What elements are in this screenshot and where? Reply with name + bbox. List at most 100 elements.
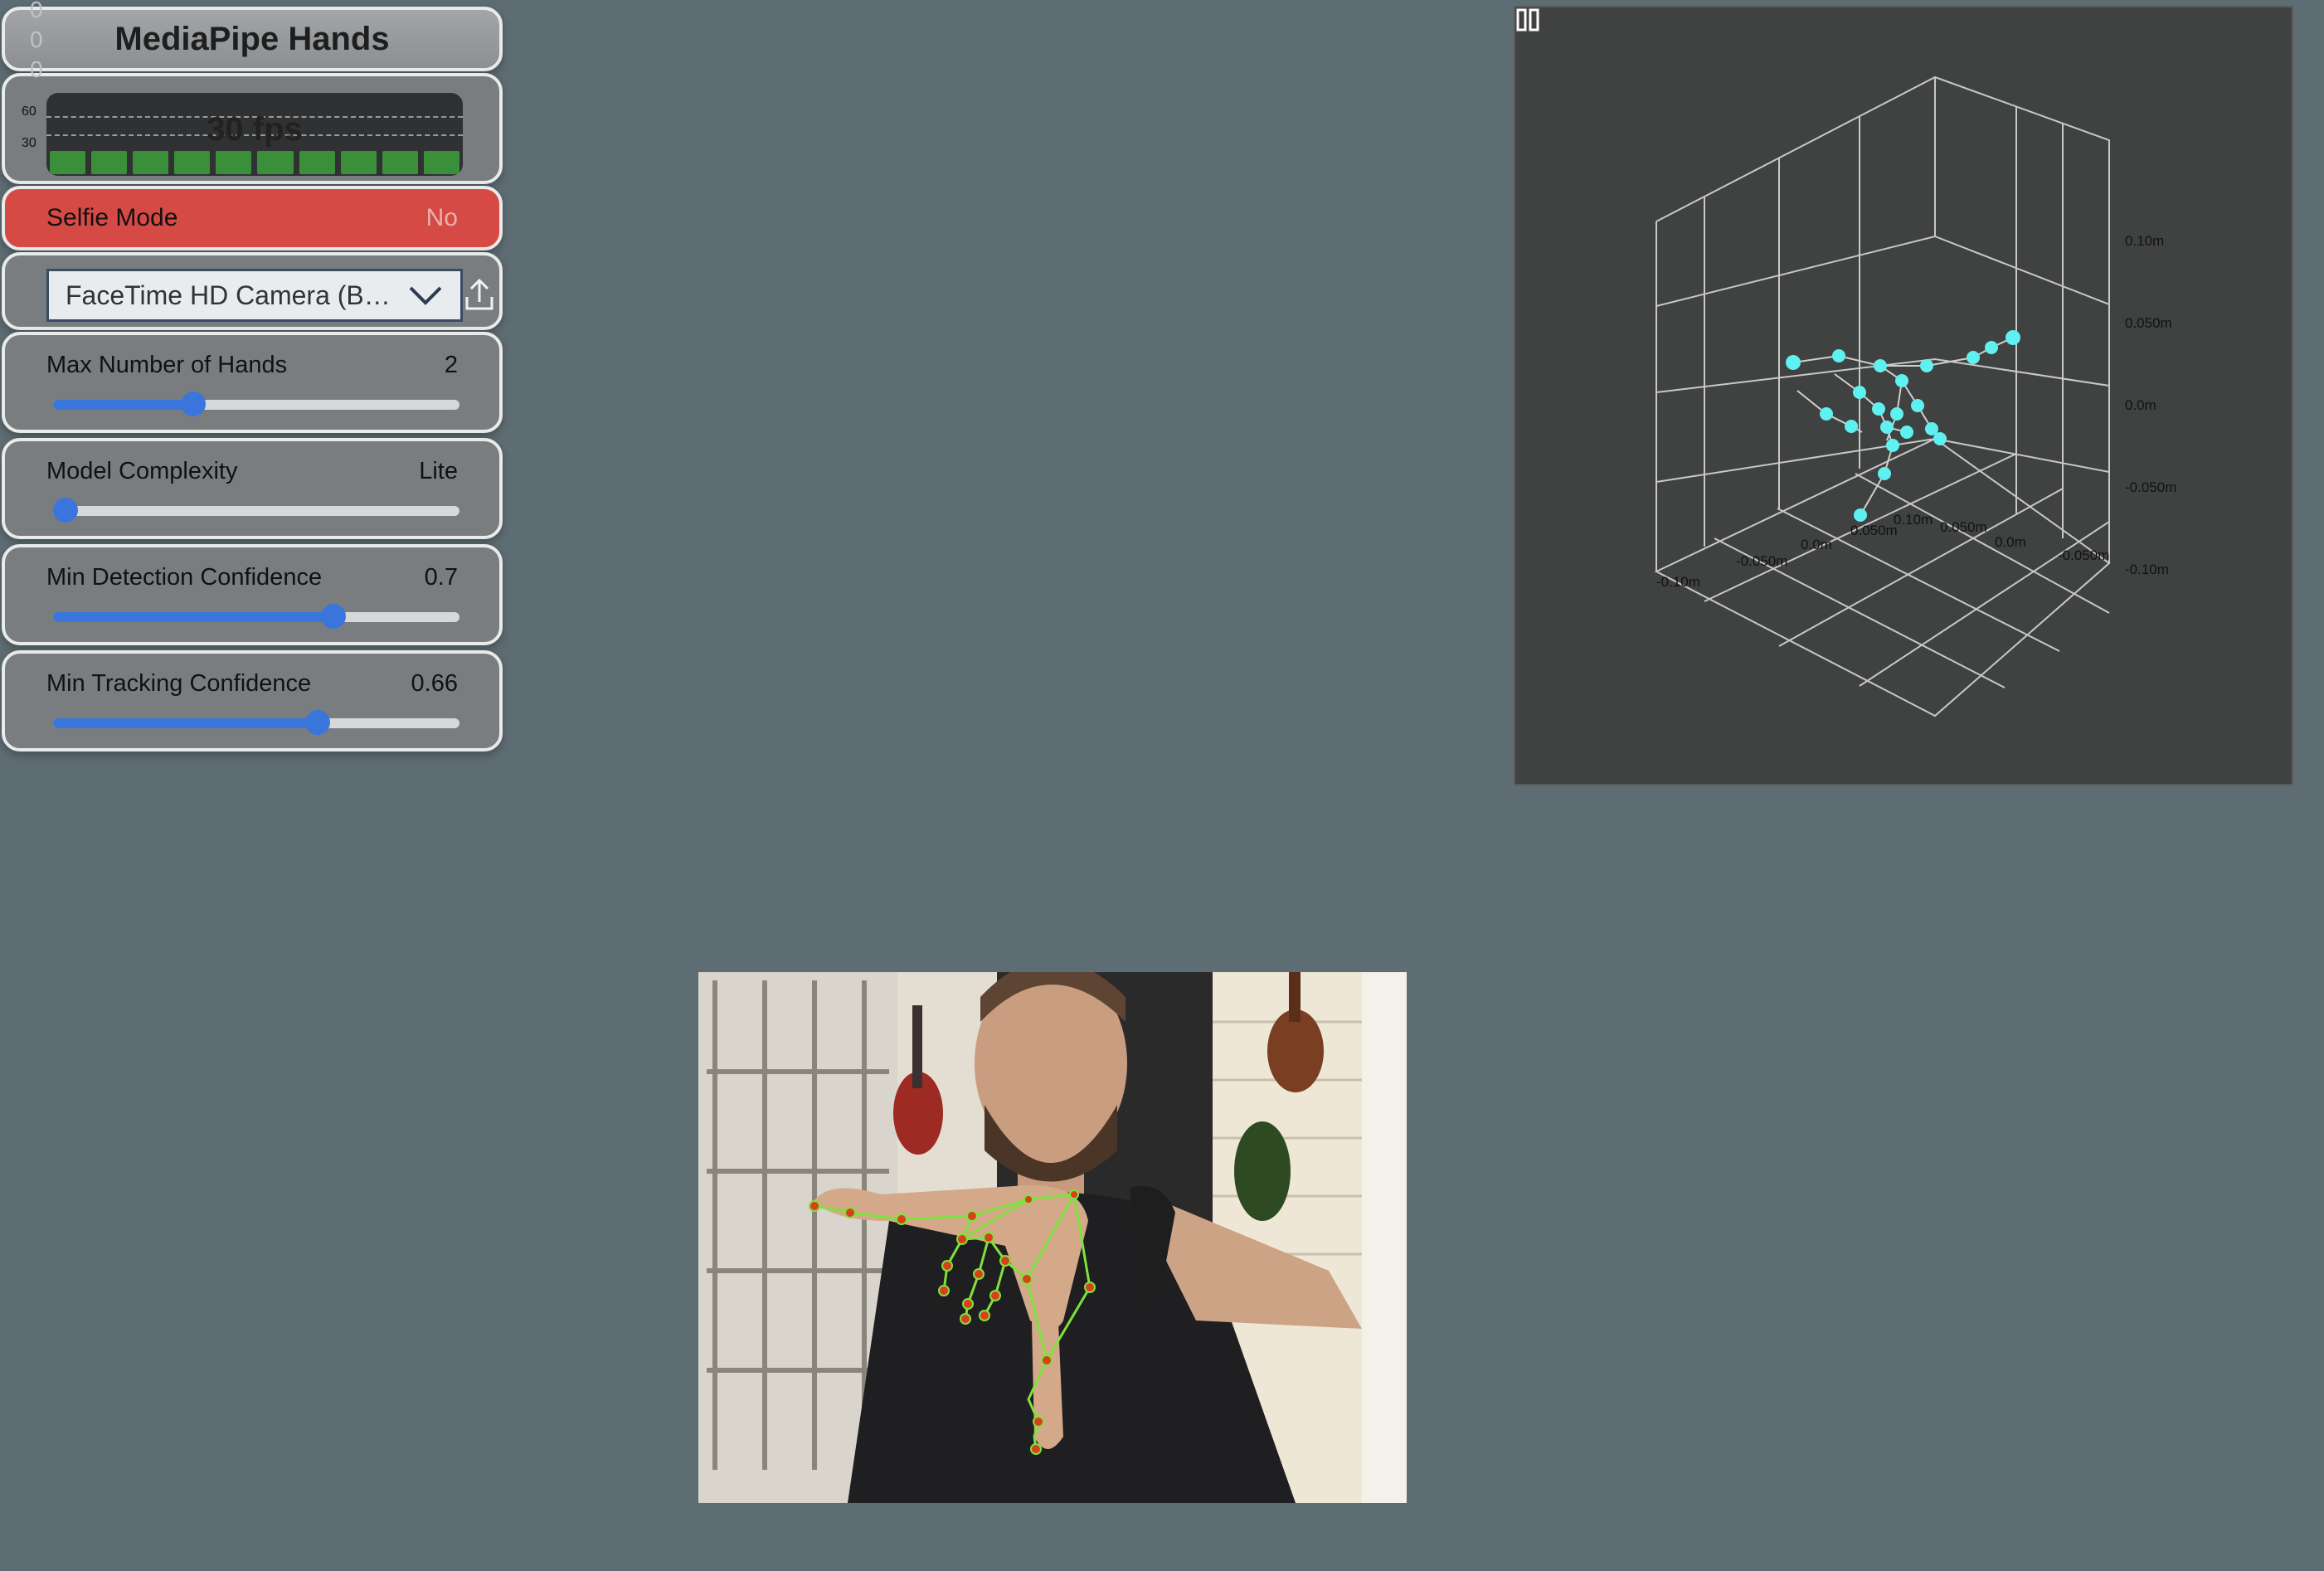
- edge-digits: 0 0 0: [30, 0, 43, 85]
- landmark-point: [1786, 355, 1801, 370]
- fps-value: 30 fps: [207, 111, 303, 148]
- min-tracking-slider-block: Min Tracking Confidence 0.66: [2, 650, 503, 751]
- min-detection-slider-block: Min Detection Confidence 0.7: [2, 544, 503, 645]
- slider-label: Min Tracking Confidence: [46, 670, 312, 697]
- model-complexity-slider[interactable]: [52, 498, 459, 523]
- axis-label: -0.10m: [1656, 574, 1700, 590]
- slider-value: 2: [444, 352, 458, 378]
- feed-landmark-point: [966, 1210, 978, 1222]
- selfie-mode-label: Selfie Mode: [46, 204, 178, 231]
- feed-landmark-point: [1069, 1189, 1079, 1199]
- axis-label: 0.050m: [2125, 315, 2172, 331]
- axis-label: 0.050m: [1940, 519, 1987, 535]
- fps-bar: [91, 151, 128, 174]
- landmark-point: [2006, 330, 2020, 345]
- fps-bar: [423, 151, 459, 174]
- landmark-point: [1880, 421, 1894, 434]
- landmark-point: [1854, 508, 1867, 522]
- upload-icon[interactable]: [463, 277, 496, 314]
- min-detection-slider[interactable]: [53, 604, 459, 629]
- fps-bar: [257, 151, 294, 174]
- chevron-down-icon: [409, 286, 442, 305]
- axis-label: -0.050m: [1736, 553, 1787, 569]
- fps-tick-30: 30: [22, 136, 36, 150]
- fps-bar: [133, 151, 169, 174]
- slider-value: Lite: [419, 458, 458, 484]
- slider-knob[interactable]: [321, 604, 347, 629]
- landmark-point: [1845, 420, 1858, 433]
- slider-value: 0.66: [411, 670, 458, 697]
- edge-digit: 0: [30, 56, 43, 82]
- feed-landmark-point: [1021, 1273, 1033, 1285]
- model-complexity-slider-block: Model Complexity Lite: [2, 438, 503, 539]
- axis-label: 0.0m: [2125, 397, 2156, 413]
- axis-label: -0.050m: [2058, 547, 2109, 563]
- landmark-point: [1985, 341, 1998, 354]
- axis-label: 0.050m: [1850, 523, 1898, 538]
- landmark-3d-plot[interactable]: 0.10m 0.050m 0.0m -0.050m -0.10m -0.10m …: [1514, 6, 2293, 786]
- slider-fill: [53, 718, 318, 728]
- landmark-point: [1920, 359, 1933, 372]
- landmark-point: [1890, 407, 1903, 421]
- slider-value: 0.7: [424, 564, 458, 591]
- landmark-point: [1878, 467, 1891, 480]
- min-tracking-slider[interactable]: [53, 710, 459, 735]
- fps-meter: 30 fps 60 30: [2, 73, 503, 184]
- axis-label: 0.10m: [1894, 512, 1933, 528]
- feed-landmark-point: [809, 1200, 820, 1212]
- panel-title-bar: MediaPipe Hands: [2, 7, 503, 71]
- slider-fill: [53, 400, 194, 410]
- camera-source: FaceTime HD Camera (B…: [2, 252, 503, 330]
- app-title: MediaPipe Hands: [114, 20, 390, 57]
- landmark-point: [1820, 407, 1833, 421]
- landmark-connections: [1792, 337, 2014, 516]
- landmark-point: [1895, 374, 1908, 387]
- axis-label: 0.10m: [2125, 233, 2164, 249]
- axis-label: -0.10m: [2125, 562, 2169, 577]
- pause-icon[interactable]: [1515, 7, 1540, 32]
- slider-label: Min Detection Confidence: [46, 564, 323, 591]
- feed-landmark-point: [896, 1214, 907, 1225]
- slider-knob[interactable]: [181, 392, 207, 416]
- feed-landmark-point: [989, 1290, 1001, 1301]
- fps-bars: [50, 151, 459, 174]
- feed-landmark-point: [956, 1233, 968, 1245]
- camera-select-value: FaceTime HD Camera (B…: [66, 280, 391, 310]
- landmark-point: [1967, 351, 1980, 364]
- landmark-point: [1933, 432, 1947, 445]
- feed-landmark-point: [973, 1268, 985, 1280]
- fps-tick-60: 60: [22, 105, 36, 119]
- feed-landmark-point: [1023, 1194, 1033, 1204]
- feed-landmark-point: [1041, 1355, 1053, 1366]
- feed-landmark-point: [999, 1255, 1011, 1267]
- axis-label: 0.0m: [1995, 534, 2026, 550]
- edge-digit: 0: [30, 27, 43, 52]
- feed-landmark-point: [941, 1260, 953, 1272]
- feed-landmark-point: [1030, 1443, 1042, 1455]
- fps-graph: 30 fps: [46, 93, 463, 176]
- feed-landmark-point: [1084, 1282, 1096, 1293]
- max-hands-slider-block: Max Number of Hands 2: [2, 332, 503, 433]
- edge-digit: 0: [30, 0, 43, 22]
- selfie-mode-toggle[interactable]: Selfie Mode No: [2, 186, 503, 250]
- fps-bar: [216, 151, 252, 174]
- camera-frame: [698, 972, 1407, 1503]
- camera-select[interactable]: FaceTime HD Camera (B…: [46, 269, 463, 322]
- landmark-point: [1874, 359, 1887, 372]
- landmark-point: [1900, 426, 1913, 439]
- fps-bar: [340, 151, 377, 174]
- feed-landmark-point: [983, 1232, 994, 1243]
- landmark-point: [1853, 386, 1866, 399]
- landmark-point: [1886, 439, 1899, 452]
- camera-feed: [698, 972, 1407, 1503]
- fps-bar: [50, 151, 86, 174]
- feed-landmark-point: [1033, 1416, 1044, 1428]
- max-hands-slider[interactable]: [53, 392, 459, 416]
- axis-label: 0.0m: [1801, 537, 1832, 552]
- slider-knob[interactable]: [305, 710, 331, 735]
- feed-landmark-point: [938, 1285, 950, 1296]
- landmark-point: [1832, 349, 1845, 362]
- fps-bar: [382, 151, 418, 174]
- slider-knob[interactable]: [52, 498, 78, 523]
- plot-grid: [1654, 75, 2111, 717]
